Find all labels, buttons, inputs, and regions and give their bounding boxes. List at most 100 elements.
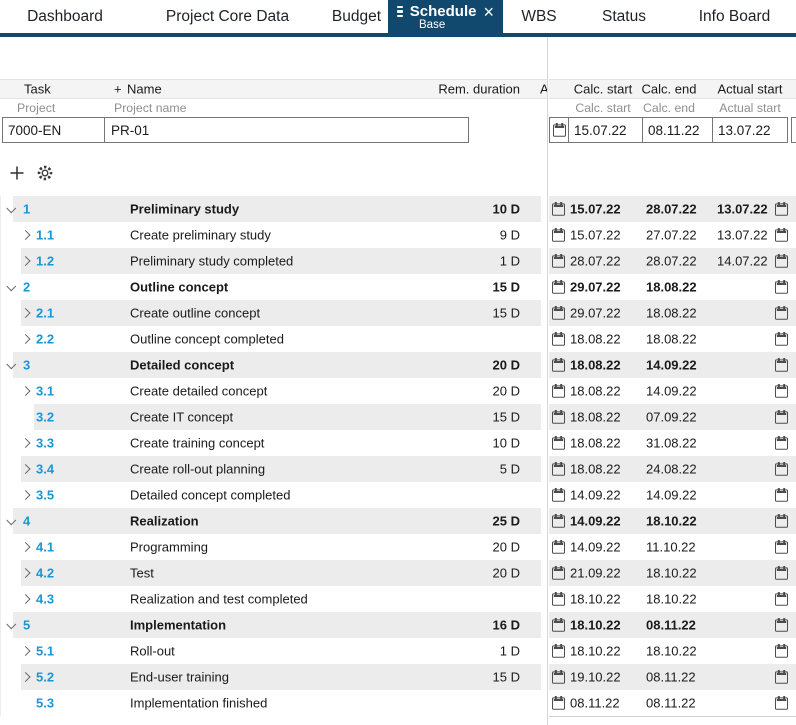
calendar-icon[interactable] — [775, 514, 788, 528]
add-task-button[interactable] — [7, 162, 27, 184]
task-row-dates[interactable]: 15.07.22 28.07.22 13.07.22 — [549, 196, 796, 222]
calendar-icon[interactable] — [775, 644, 788, 658]
task-row-dates[interactable]: 14.09.22 18.10.22 — [549, 508, 796, 534]
calendar-icon[interactable] — [775, 436, 788, 450]
task-row-dates[interactable]: 29.07.22 18.08.22 — [549, 300, 796, 326]
calendar-icon[interactable] — [775, 254, 788, 268]
calendar-icon[interactable] — [775, 488, 788, 502]
column-header-calc-start[interactable]: Calc. start — [574, 82, 633, 97]
calendar-icon[interactable] — [552, 488, 565, 502]
calendar-icon[interactable] — [552, 592, 565, 606]
column-header-actual-start[interactable]: Actual start — [717, 82, 782, 97]
tab-budget[interactable]: Budget — [325, 0, 388, 33]
tab-dashboard[interactable]: Dashboard — [0, 0, 130, 33]
column-header-task[interactable]: Task — [24, 82, 51, 97]
task-row[interactable]: 5.2 End-user training 15 D — [1, 664, 541, 690]
expand-chevron-icon[interactable] — [20, 542, 30, 552]
project-calc-end-input[interactable]: 08.11.22 — [643, 118, 713, 142]
task-row[interactable]: 5 Implementation 16 D — [1, 612, 541, 638]
calendar-icon[interactable] — [775, 332, 788, 346]
calendar-icon[interactable] — [552, 618, 565, 632]
calendar-icon[interactable] — [552, 384, 565, 398]
calendar-icon[interactable] — [552, 280, 565, 294]
calendar-icon[interactable] — [552, 306, 565, 320]
expand-chevron-icon[interactable] — [20, 490, 30, 500]
task-row[interactable]: 3.3 Create training concept 10 D — [1, 430, 541, 456]
project-actual-end-input-clipped[interactable] — [791, 117, 796, 143]
task-row-dates[interactable]: 18.08.22 18.08.22 — [549, 326, 796, 352]
task-row-dates[interactable]: 29.07.22 18.08.22 — [549, 274, 796, 300]
calendar-icon[interactable] — [552, 228, 565, 242]
column-header-calc-end[interactable]: Calc. end — [642, 82, 697, 97]
calendar-icon[interactable] — [775, 384, 788, 398]
task-row-dates[interactable]: 21.09.22 18.10.22 — [549, 560, 796, 586]
calendar-icon[interactable] — [775, 358, 788, 372]
task-row-dates[interactable]: 18.10.22 18.10.22 — [549, 638, 796, 664]
calendar-icon[interactable] — [775, 618, 788, 632]
tab-status[interactable]: Status — [575, 0, 673, 33]
task-row-dates[interactable]: 15.07.22 27.07.22 13.07.22 — [549, 222, 796, 248]
expand-chevron-icon[interactable] — [20, 594, 30, 604]
task-row[interactable]: 2.1 Create outline concept 15 D — [1, 300, 541, 326]
calendar-icon[interactable] — [775, 566, 788, 580]
task-row[interactable]: 1.1 Create preliminary study 9 D — [1, 222, 541, 248]
calendar-icon[interactable] — [552, 410, 565, 424]
task-row-dates[interactable]: 18.08.22 14.09.22 — [549, 378, 796, 404]
collapse-chevron-icon[interactable] — [6, 281, 16, 291]
task-row[interactable]: 3.5 Detailed concept completed — [1, 482, 541, 508]
column-header-name[interactable]: Name — [127, 82, 162, 97]
calendar-icon[interactable] — [552, 254, 565, 268]
calendar-icon[interactable] — [550, 118, 569, 142]
tab-project-core-data[interactable]: Project Core Data — [130, 0, 325, 33]
project-name-input[interactable]: PR-01 — [105, 118, 468, 142]
task-row[interactable]: 3 Detailed concept 20 D — [1, 352, 541, 378]
expand-chevron-icon[interactable] — [20, 334, 30, 344]
task-row[interactable]: 4.3 Realization and test completed — [1, 586, 541, 612]
calendar-icon[interactable] — [552, 696, 565, 710]
task-row-dates[interactable]: 08.11.22 08.11.22 — [549, 690, 796, 716]
column-header-rem-duration[interactable]: Rem. duration — [438, 82, 520, 97]
tab-info-board[interactable]: Info Board — [673, 0, 796, 33]
task-row-dates[interactable]: 18.10.22 18.10.22 — [549, 586, 796, 612]
task-row[interactable]: 3.2 Create IT concept 15 D — [1, 404, 541, 430]
calendar-icon[interactable] — [552, 202, 565, 216]
task-row[interactable]: 4.2 Test 20 D — [1, 560, 541, 586]
tab-schedule[interactable]: Schedule × Base — [388, 0, 503, 33]
calendar-icon[interactable] — [775, 306, 788, 320]
task-row-dates[interactable]: 14.09.22 11.10.22 — [549, 534, 796, 560]
column-header-plus[interactable]: + — [114, 82, 122, 97]
calendar-icon[interactable] — [775, 228, 788, 242]
settings-button[interactable] — [35, 162, 55, 184]
tab-wbs[interactable]: WBS — [503, 0, 575, 33]
task-row[interactable]: 3.4 Create roll-out planning 5 D — [1, 456, 541, 482]
expand-chevron-icon[interactable] — [20, 230, 30, 240]
calendar-icon[interactable] — [775, 540, 788, 554]
calendar-icon[interactable] — [552, 670, 565, 684]
expand-chevron-icon[interactable] — [20, 438, 30, 448]
task-row[interactable]: 5.1 Roll-out 1 D — [1, 638, 541, 664]
task-row[interactable]: 2 Outline concept 15 D — [1, 274, 541, 300]
column-header-actual-truncated[interactable]: A — [540, 82, 547, 97]
project-calc-start-input[interactable]: 15.07.22 — [569, 118, 643, 142]
task-row[interactable]: 4 Realization 25 D — [1, 508, 541, 534]
close-icon[interactable]: × — [483, 3, 494, 21]
task-row[interactable]: 1 Preliminary study 10 D — [1, 196, 541, 222]
calendar-icon[interactable] — [775, 592, 788, 606]
calendar-icon[interactable] — [775, 462, 788, 476]
calendar-icon[interactable] — [552, 436, 565, 450]
calendar-icon[interactable] — [775, 696, 788, 710]
project-actual-start-input[interactable]: 13.07.22 — [713, 118, 787, 142]
task-row-dates[interactable]: 19.10.22 08.11.22 — [549, 664, 796, 690]
calendar-icon[interactable] — [552, 358, 565, 372]
panel-splitter[interactable] — [547, 37, 548, 725]
task-row-dates[interactable]: 18.08.22 14.09.22 — [549, 352, 796, 378]
calendar-icon[interactable] — [552, 540, 565, 554]
task-row[interactable]: 1.2 Preliminary study completed 1 D — [1, 248, 541, 274]
expand-chevron-icon[interactable] — [20, 386, 30, 396]
project-id-input[interactable]: 7000-EN — [3, 118, 105, 142]
calendar-icon[interactable] — [775, 280, 788, 294]
calendar-icon[interactable] — [775, 202, 788, 216]
task-row-dates[interactable]: 18.08.22 07.09.22 — [549, 404, 796, 430]
menu-icon[interactable] — [397, 5, 403, 18]
calendar-icon[interactable] — [552, 462, 565, 476]
